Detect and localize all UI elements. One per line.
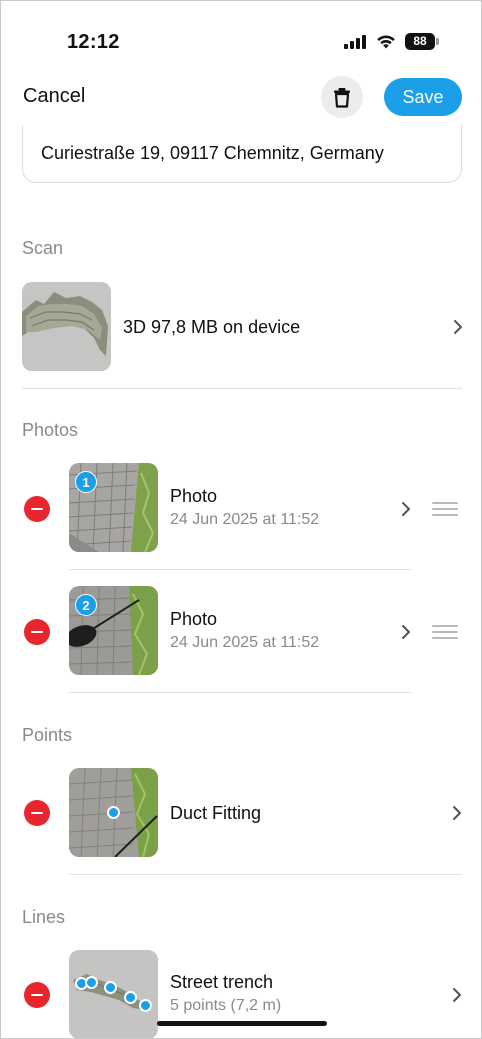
chevron-right-icon <box>453 988 461 1002</box>
line-point-marker <box>85 976 98 989</box>
line-point-marker <box>104 981 117 994</box>
app-screen: 12:12 88 Cancel Save Curiestraße 19, 091… <box>0 0 482 1039</box>
photo-2-thumbnail: 2 <box>69 586 158 675</box>
section-label-lines: Lines <box>22 907 66 927</box>
divider <box>69 692 412 693</box>
battery-tip <box>436 38 439 45</box>
line-subtitle: 5 points (7,2 m) <box>170 997 282 1014</box>
photo-2-badge: 2 <box>75 594 97 616</box>
remove-photo-2-button[interactable] <box>24 619 50 645</box>
photo-1-title: Photo <box>170 486 218 506</box>
photo-2-title: Photo <box>170 609 218 629</box>
divider <box>22 388 462 389</box>
cellular-signal-icon <box>344 35 368 49</box>
divider <box>69 874 462 875</box>
status-bar: 12:12 88 <box>1 1 481 71</box>
battery-indicator: 88 <box>405 33 435 50</box>
photo-1-badge: 1 <box>75 471 97 493</box>
section-label-photos: Photos <box>22 420 79 440</box>
trash-icon <box>334 87 350 108</box>
photo-1-date: 24 Jun 2025 at 11:52 <box>170 511 320 528</box>
cancel-button[interactable]: Cancel <box>23 85 85 108</box>
remove-photo-1-button[interactable] <box>24 496 50 522</box>
photo-1-drag-handle-icon[interactable] <box>432 502 458 516</box>
chevron-right-icon <box>402 625 410 639</box>
chevron-right-icon <box>402 502 410 516</box>
home-indicator[interactable] <box>157 1021 327 1026</box>
photo-2-date: 24 Jun 2025 at 11:52 <box>170 634 320 651</box>
photo-1-thumbnail: 1 <box>69 463 158 552</box>
status-time: 12:12 <box>67 31 120 53</box>
scan-label: 3D 97,8 MB on device <box>123 317 301 337</box>
point-marker <box>107 806 120 819</box>
scan-thumbnail <box>22 282 111 371</box>
line-thumbnail <box>69 950 158 1038</box>
address-field[interactable]: Curiestraße 19, 09117 Chemnitz, Germany <box>22 125 462 183</box>
line-point-marker <box>124 991 137 1004</box>
section-label-points: Points <box>22 725 73 745</box>
remove-line-button[interactable] <box>24 982 50 1008</box>
section-label-scan: Scan <box>22 238 64 258</box>
point-title: Duct Fitting <box>170 803 262 823</box>
remove-point-button[interactable] <box>24 800 50 826</box>
point-thumbnail <box>69 768 158 857</box>
photo-2-drag-handle-icon[interactable] <box>432 625 458 639</box>
chevron-right-icon <box>453 806 461 820</box>
delete-button[interactable] <box>321 76 363 118</box>
save-button[interactable]: Save <box>384 78 462 116</box>
wifi-icon <box>377 35 395 49</box>
divider <box>69 569 412 570</box>
chevron-right-icon <box>454 320 462 334</box>
line-title: Street trench <box>170 972 274 992</box>
line-point-marker <box>139 999 152 1012</box>
